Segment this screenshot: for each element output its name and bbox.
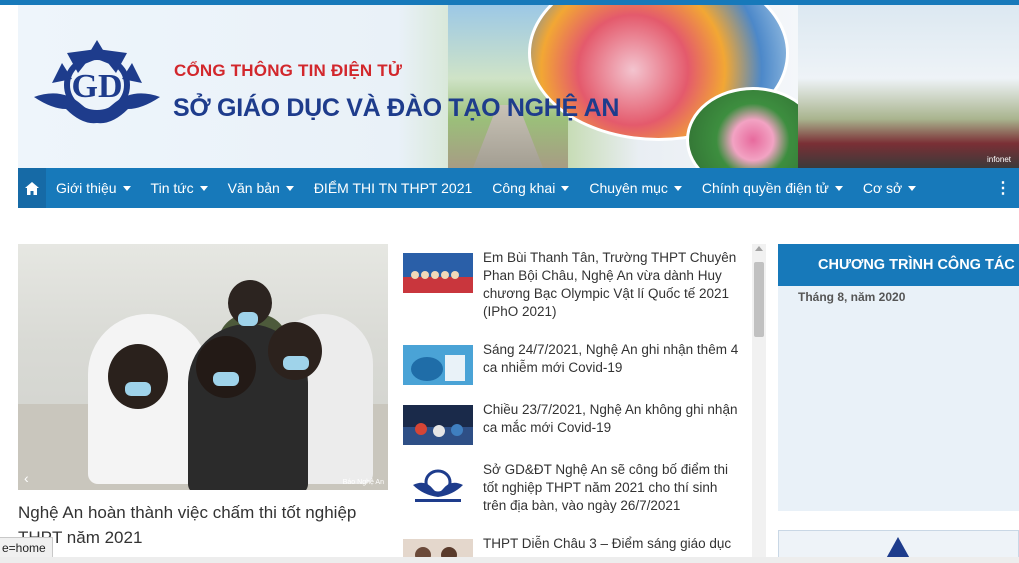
- chevron-left-icon[interactable]: ‹: [24, 470, 29, 486]
- featured-slider-image[interactable]: ‹ Báo Nghệ An: [18, 244, 388, 490]
- portal-subtitle: CỔNG THÔNG TIN ĐIỆN TỬ: [174, 61, 403, 80]
- person-shape: [108, 344, 168, 409]
- nav-item-label: Giới thiệu: [56, 180, 117, 196]
- home-icon: [25, 181, 39, 195]
- nav-item-co-so[interactable]: Cơ sở: [853, 168, 926, 208]
- department-logo-icon[interactable]: GD: [32, 35, 162, 125]
- mask-shape: [283, 356, 309, 370]
- nav-item-label: Văn bản: [227, 180, 280, 196]
- news-thumbnail[interactable]: [403, 405, 473, 445]
- department-logo-icon[interactable]: [403, 465, 473, 505]
- nav-item-cong-khai[interactable]: Công khai: [482, 168, 579, 208]
- news-list-scrollbar[interactable]: [752, 244, 766, 563]
- featured-caption-link[interactable]: Nghệ An hoàn thành việc chấm thi tốt ngh…: [18, 500, 388, 550]
- image-watermark: Báo Nghệ An: [342, 479, 384, 486]
- chevron-down-icon: [199, 185, 208, 191]
- chevron-down-icon: [834, 185, 843, 191]
- chevron-down-icon: [673, 185, 682, 191]
- svg-text:GD: GD: [72, 68, 123, 105]
- nav-item-label: Cơ sở: [862, 180, 903, 196]
- home-button[interactable]: [18, 168, 46, 208]
- person-shape: [196, 336, 256, 398]
- site-banner[interactable]: infonet GD CỔNG THÔNG TIN ĐIỆN TỬ SỞ GIÁ…: [18, 5, 1019, 168]
- work-program-widget: CHƯƠNG TRÌNH CÔNG TÁC Tháng 8, năm 2020: [778, 244, 1019, 511]
- scroll-up-icon[interactable]: [755, 246, 763, 251]
- chevron-down-icon: [561, 185, 570, 191]
- chevron-down-icon: [285, 185, 294, 191]
- nav-item-van-ban[interactable]: Văn bản: [218, 168, 304, 208]
- nav-item-label: ĐIỂM THI TN THPT 2021: [313, 180, 473, 196]
- banner-watermark: infonet: [986, 155, 1011, 164]
- main-navigation: Giới thiệu Tin tức Văn bản ĐIỂM THI TN T…: [18, 168, 1019, 208]
- page-horizontal-scrollbar[interactable]: [0, 557, 1019, 563]
- nav-item-label: Tin tức: [150, 180, 194, 196]
- vertical-ellipsis-icon[interactable]: ⋮: [995, 178, 1011, 198]
- news-title[interactable]: Chiều 23/7/2021, Nghệ An không ghi nhận …: [483, 401, 741, 437]
- mask-shape: [125, 382, 151, 396]
- nav-item-gioi-thieu[interactable]: Giới thiệu: [46, 168, 141, 208]
- news-thumbnail[interactable]: [403, 253, 473, 293]
- chevron-down-icon: [908, 185, 917, 191]
- news-thumbnail[interactable]: [403, 345, 473, 385]
- news-title[interactable]: Sở GD&ĐT Nghệ An sẽ công bố điểm thi tốt…: [483, 461, 741, 515]
- mask-shape: [238, 312, 258, 326]
- nav-item-diem-thi[interactable]: ĐIỂM THI TN THPT 2021: [304, 168, 482, 208]
- nav-item-chuyen-muc[interactable]: Chuyên mục: [579, 168, 692, 208]
- nav-item-tin-tuc[interactable]: Tin tức: [141, 168, 218, 208]
- news-title[interactable]: THPT Diễn Châu 3 – Điểm sáng giáo dục: [483, 535, 741, 553]
- nav-item-label: Chính quyền điện tử: [701, 180, 829, 196]
- news-list: Em Bùi Thanh Tân, Trường THPT Chuyên Pha…: [396, 244, 766, 563]
- chevron-down-icon: [122, 185, 131, 191]
- news-title[interactable]: Sáng 24/7/2021, Nghệ An ghi nhận thêm 4 …: [483, 341, 741, 377]
- nav-item-label: Chuyên mục: [589, 180, 668, 196]
- widget-heading[interactable]: CHƯƠNG TRÌNH CÔNG TÁC: [778, 244, 1019, 286]
- mask-shape: [213, 372, 239, 386]
- person-shape: [268, 322, 322, 380]
- nav-item-label: Công khai: [492, 180, 556, 196]
- news-title[interactable]: Em Bùi Thanh Tân, Trường THPT Chuyên Pha…: [483, 249, 741, 321]
- browser-status-url: e=home: [0, 537, 53, 559]
- widget-subtitle: Tháng 8, năm 2020: [798, 290, 906, 304]
- nav-item-chinh-quyen-dien-tu[interactable]: Chính quyền điện tử: [692, 168, 853, 208]
- site-title[interactable]: SỞ GIÁO DỤC VÀ ĐÀO TẠO NGHỆ AN: [173, 94, 619, 123]
- banner-photo-graduation: [798, 5, 1019, 168]
- scrollbar-thumb[interactable]: [754, 262, 764, 337]
